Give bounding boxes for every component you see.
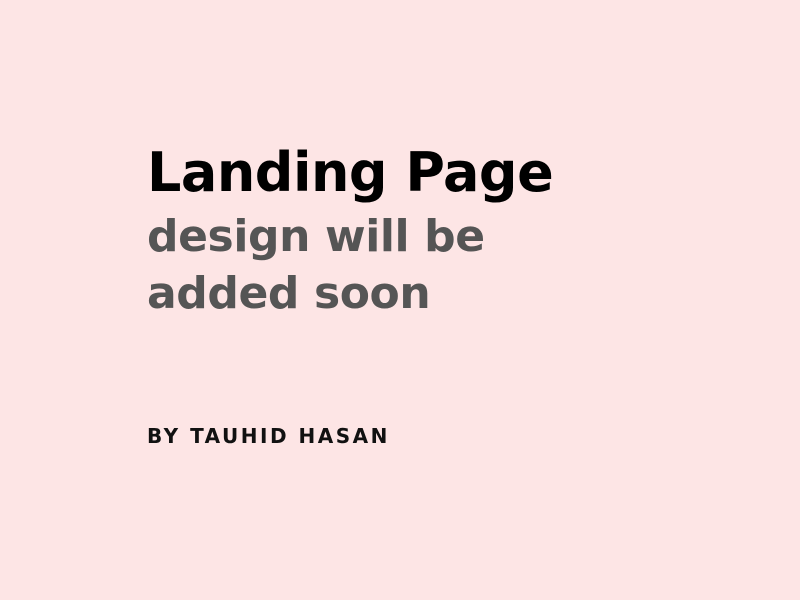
page-subtitle: design will be added soon <box>147 211 485 319</box>
headline-block: Landing Page design will be added soon <box>147 138 747 322</box>
page: { "headline": { "title": "Landing Page",… <box>0 0 800 600</box>
page-title: Landing Page <box>147 141 554 204</box>
author-byline: BY TAUHID HASAN <box>147 424 390 448</box>
